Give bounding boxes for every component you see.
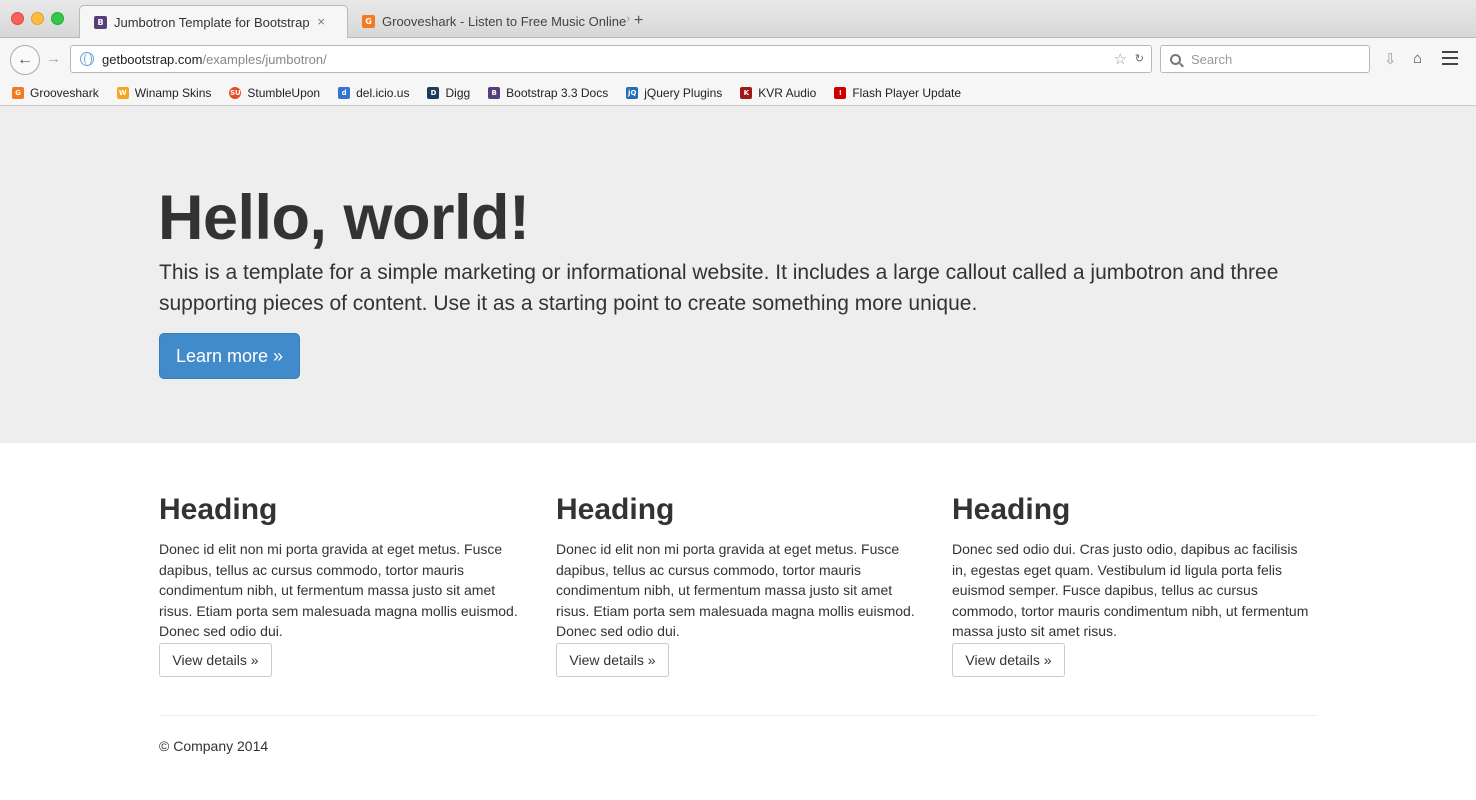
bookmark-label: Digg	[445, 85, 471, 100]
column-text: Donec id elit non mi porta gravida at eg…	[556, 541, 915, 639]
stumbleupon-favicon-icon: SU	[229, 86, 242, 99]
jumbotron-lead: This is a template for a simple marketin…	[159, 261, 1279, 315]
delicious-favicon-icon: d	[338, 86, 351, 99]
digg-favicon-icon: D	[427, 86, 440, 99]
bookmark-label: del.icio.us	[356, 85, 410, 100]
bookmark-label: Bootstrap 3.3 Docs	[506, 85, 609, 100]
url-host: getbootstrap.com	[102, 51, 203, 67]
bookmark-label: KVR Audio	[758, 85, 817, 100]
bookmark-label: jQuery Plugins	[644, 85, 723, 100]
column-text: Donec sed odio dui. Cras justo odio, dap…	[952, 541, 1309, 639]
grooveshark-favicon-icon: G	[12, 86, 24, 99]
learn-more-button[interactable]: Learn more »	[159, 333, 300, 379]
view-details-button[interactable]: View details »	[556, 643, 669, 677]
home-icon[interactable]: ⌂	[1413, 50, 1422, 67]
column-heading: Heading	[952, 493, 1071, 526]
bookmarks-toolbar: G Grooveshark W Winamp Skins SU StumbleU…	[0, 80, 1476, 106]
zoom-window-button[interactable]	[51, 12, 64, 25]
bookmark-label: Flash Player Update	[852, 85, 962, 100]
search-placeholder: Search	[1191, 51, 1233, 67]
tab-jumbotron[interactable]: B Jumbotron Template for Bootstrap ×	[79, 5, 348, 39]
url-path: /examples/jumbotron/	[202, 51, 327, 67]
bootstrap-favicon-icon: B	[488, 86, 501, 99]
footer-copyright: © Company 2014	[159, 738, 269, 754]
bookmark-delicious[interactable]: d del.icio.us	[338, 86, 409, 100]
winamp-favicon-icon: W	[116, 86, 129, 99]
bookmark-star-icon[interactable]: ☆	[1114, 50, 1127, 68]
content-column-3: Heading Donec sed odio dui. Cras justo o…	[952, 493, 1312, 677]
globe-icon	[80, 52, 94, 66]
content-column-1: Heading Donec id elit non mi porta gravi…	[159, 493, 519, 677]
bookmark-kvr-audio[interactable]: K KVR Audio	[740, 86, 816, 100]
hamburger-menu-icon[interactable]	[1442, 51, 1458, 69]
view-details-button[interactable]: View details »	[952, 643, 1065, 677]
bookmark-label: Winamp Skins	[134, 85, 212, 100]
bookmark-flash-player-update[interactable]: ! Flash Player Update	[834, 86, 961, 100]
bookmark-label: Grooveshark	[30, 85, 99, 100]
forward-button[interactable]: →	[46, 50, 61, 67]
navigation-toolbar: ← → getbootstrap.com /examples/jumbotron…	[0, 38, 1476, 80]
back-button[interactable]: ←	[10, 45, 40, 75]
bookmark-jquery-plugins[interactable]: jQ jQuery Plugins	[626, 86, 722, 100]
flash-favicon-icon: !	[834, 86, 847, 99]
tab-grooveshark[interactable]: G Grooveshark - Listen to Free Music Onl…	[362, 5, 632, 38]
column-heading: Heading	[159, 493, 278, 526]
bookmark-stumbleupon[interactable]: SU StumbleUpon	[229, 86, 320, 100]
download-icon[interactable]: ⇩	[1384, 50, 1397, 68]
minimize-window-button[interactable]	[31, 12, 44, 25]
search-input[interactable]: Search	[1160, 45, 1370, 73]
view-details-button[interactable]: View details »	[159, 643, 272, 677]
reload-icon[interactable]: ↻	[1135, 52, 1144, 65]
title-bar: B Jumbotron Template for Bootstrap × G G…	[0, 0, 1476, 39]
page-title: Hello, world!	[158, 183, 530, 253]
new-tab-button[interactable]: +	[634, 12, 643, 30]
bookmark-label: StumbleUpon	[247, 85, 321, 100]
column-heading: Heading	[556, 493, 675, 526]
grooveshark-favicon-icon: G	[362, 15, 375, 28]
jumbotron: Hello, world! This is a template for a s…	[0, 106, 1476, 443]
column-text: Donec id elit non mi porta gravida at eg…	[159, 541, 518, 639]
bookmark-digg[interactable]: D Digg	[427, 86, 470, 100]
bootstrap-favicon-icon: B	[94, 16, 107, 29]
search-icon	[1170, 53, 1181, 65]
address-bar[interactable]: getbootstrap.com /examples/jumbotron/ ☆ …	[70, 45, 1152, 73]
tab-overflow-icon: ›	[626, 13, 630, 25]
bookmark-winamp-skins[interactable]: W Winamp Skins	[116, 85, 212, 100]
content-column-2: Heading Donec id elit non mi porta gravi…	[556, 493, 916, 677]
bookmark-grooveshark[interactable]: G Grooveshark	[12, 86, 99, 100]
tab-title: Grooveshark - Listen to Free Music Onlin…	[382, 14, 627, 29]
tab-title: Jumbotron Template for Bootstrap	[114, 15, 310, 30]
footer-divider	[159, 715, 1317, 716]
close-window-button[interactable]	[11, 12, 24, 25]
kvr-favicon-icon: K	[740, 86, 753, 99]
back-arrow-icon: ←	[17, 51, 33, 68]
bookmark-bootstrap-docs[interactable]: B Bootstrap 3.3 Docs	[488, 86, 608, 100]
jquery-favicon-icon: jQ	[626, 86, 639, 99]
tab-close-icon[interactable]: ×	[317, 14, 325, 29]
